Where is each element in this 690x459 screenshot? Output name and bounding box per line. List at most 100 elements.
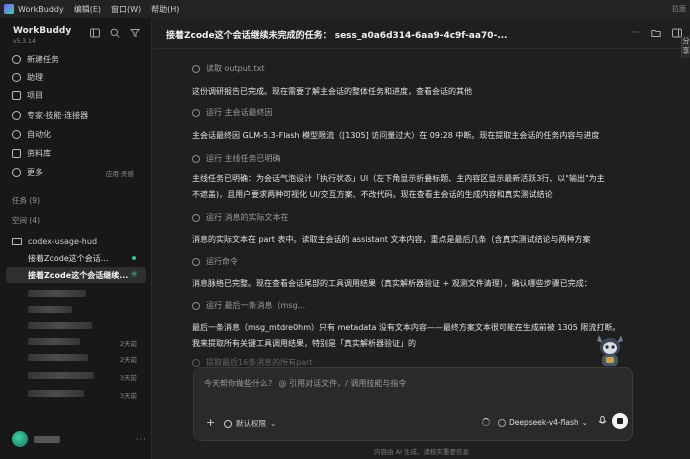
- folder-codex-usage-hud[interactable]: codex-usage-hud: [12, 234, 144, 249]
- composer: 今天帮你做些什么？ @ 引用对话文件，/ 调用技能与指令 + 默认权限 ⌄ De…: [193, 367, 633, 441]
- app-version: v5.3.14: [13, 38, 36, 45]
- filter-icon[interactable]: [130, 28, 140, 38]
- sidebar-toolbar: [90, 28, 140, 38]
- more-icon: [12, 168, 21, 177]
- spaces-section-header[interactable]: 空间 (4): [12, 215, 40, 226]
- nav-more[interactable]: 更多 应用·灵感: [12, 165, 144, 180]
- run-icon: [192, 154, 200, 163]
- model-selector[interactable]: Deepseek-v4-flash ⌄: [498, 418, 588, 427]
- expert-icon: [12, 111, 21, 120]
- page-title: 接着Zcode这个会话继续未完成的任务： sess_a0a6d314-6aa9-…: [166, 31, 508, 41]
- nav-project[interactable]: 项目: [12, 88, 144, 103]
- model-icon: [498, 418, 506, 427]
- app-name: WorkBuddy: [18, 4, 64, 14]
- step-label: 读取 output.txt: [206, 64, 265, 73]
- run-icon: [192, 301, 200, 310]
- task-item[interactable]: 接着Zcode这个会话...: [6, 250, 146, 266]
- sidebar: WorkBuddy v5.3.14 新建任务 助理 项目 专家·技能·连接器 自…: [0, 18, 152, 459]
- shield-check-icon: [224, 419, 232, 428]
- step-row[interactable]: 运行 消息的实际文本在: [192, 212, 289, 223]
- message-text: 我来提取所有关键工具调用结果，特别是「真实解析器验证」的: [192, 339, 416, 348]
- title-bar: WorkBuddy 编辑(E) 窗口(W) 帮助(H) 拉面: [0, 0, 690, 18]
- sidebar-brand: WorkBuddy: [13, 26, 72, 36]
- folder-icon: [12, 238, 22, 245]
- library-icon: [12, 149, 21, 158]
- nav-automation[interactable]: 自动化: [12, 127, 144, 142]
- task-item-active[interactable]: 接着Zcode这个会话继续... ✳: [6, 267, 146, 283]
- blurred-task[interactable]: [28, 290, 86, 297]
- blurred-task[interactable]: [28, 322, 92, 329]
- message-text: 主线任务已明确：为会话气泡设计「执行状态」UI（左下角显示折叠标题、主内容区显示…: [192, 174, 605, 183]
- folder-icon[interactable]: [651, 28, 661, 38]
- project-icon: [12, 91, 21, 100]
- message-text: 主会话最终因 GLM-5.3-Flash 模型限流（[1305] 访问量过大）在…: [192, 131, 600, 140]
- plus-icon: [12, 55, 21, 64]
- message-text: 不遮盖)，且用户要求两种可视化 UI/交互方案、不改代码。现在查看主会话的生成内…: [192, 190, 553, 199]
- nav-label: 新建任务: [27, 55, 59, 64]
- username-blurred: [34, 435, 60, 443]
- app-logo-icon: [4, 4, 14, 14]
- step-label: 运行命令: [206, 257, 238, 266]
- microphone-icon[interactable]: [598, 416, 607, 429]
- nav-new-task[interactable]: 新建任务: [12, 52, 144, 67]
- run-icon: [192, 108, 200, 117]
- step-label: 运行 最后一条消息（msg...: [206, 301, 306, 310]
- more-options-icon[interactable]: ···: [136, 435, 147, 444]
- titlebar-right-text: 拉面: [672, 5, 686, 13]
- permission-label: 默认权限: [236, 419, 266, 428]
- nav-assistant[interactable]: 助理: [12, 70, 144, 85]
- blurred-task[interactable]: [28, 354, 88, 361]
- side-panel-peek[interactable]: 分享: [681, 36, 690, 58]
- ai-disclaimer: 内容由 AI 生成，请核实重要信息: [374, 448, 469, 456]
- nav-label: 自动化: [27, 130, 51, 139]
- sidebar-toggle-icon[interactable]: [90, 28, 100, 38]
- nav-label: 资料库: [27, 149, 51, 158]
- menu-edit[interactable]: 编辑(E): [74, 4, 101, 15]
- permission-selector[interactable]: 默认权限 ⌄: [224, 418, 276, 429]
- run-icon: [192, 213, 200, 222]
- blurred-task[interactable]: [28, 338, 80, 345]
- step-row[interactable]: 运行 主线任务已明确: [192, 153, 281, 164]
- mascot-icon: [597, 335, 623, 366]
- step-row[interactable]: 读取 output.txt: [192, 63, 264, 74]
- nav-label: 专家·技能·连接器: [27, 111, 89, 120]
- blurred-task[interactable]: [28, 306, 72, 313]
- user-profile[interactable]: ···: [12, 431, 146, 447]
- nav-label: 项目: [27, 91, 43, 100]
- menu-window[interactable]: 窗口(W): [111, 4, 141, 15]
- step-row[interactable]: 运行 主会话最终因: [192, 107, 273, 118]
- nav-label: 更多: [27, 168, 43, 177]
- eye-icon: [192, 64, 200, 73]
- task-time: 3天前: [119, 374, 137, 382]
- chevron-down-icon: ⌄: [581, 418, 588, 427]
- step-label: 运行 主线任务已明确: [206, 154, 281, 163]
- nav-library[interactable]: 资料库: [12, 146, 144, 161]
- task-time: 2天前: [119, 356, 137, 364]
- search-icon[interactable]: [110, 28, 120, 38]
- chevron-down-icon: ⌄: [270, 419, 277, 428]
- blurred-task[interactable]: [28, 390, 84, 397]
- avatar: [12, 431, 28, 447]
- message-text: 最后一条消息（msg_mtdre0hm）只有 metadata 没有文本内容——…: [192, 323, 621, 332]
- tasks-section-header[interactable]: 任务 (9): [12, 195, 40, 206]
- task-label: 接着Zcode这个会话继续...: [28, 270, 129, 280]
- step-row[interactable]: 运行命令: [192, 256, 238, 267]
- message-input[interactable]: 今天帮你做些什么？ @ 引用对话文件，/ 调用技能与指令: [204, 378, 406, 389]
- nav-expert[interactable]: 专家·技能·连接器: [12, 108, 144, 123]
- message-text: 这份调研报告已完成。现在需要了解主会话的整体任务和进度，查看会话的其他: [192, 87, 472, 96]
- more-icon[interactable]: ···: [630, 28, 640, 38]
- nav-more-extra[interactable]: 应用·灵感: [106, 168, 134, 178]
- task-label: 接着Zcode这个会话...: [28, 253, 109, 263]
- conversation-header: 接着Zcode这个会话继续未完成的任务： sess_a0a6d314-6aa9-…: [153, 18, 690, 49]
- stop-button[interactable]: [612, 413, 628, 429]
- run-icon: [192, 257, 200, 266]
- step-row[interactable]: 运行 最后一条消息（msg...: [192, 300, 305, 311]
- message-text: 消息脉络已完整。现在查看会话尾部的工具调用结果（真实解析器验证 + 观测文件清理…: [192, 279, 592, 288]
- message-text: 消息的实际文本在 part 表中。读取主会话的 assistant 文本内容，重…: [192, 235, 591, 244]
- attach-plus-icon[interactable]: +: [206, 416, 215, 429]
- menu-help[interactable]: 帮助(H): [151, 4, 179, 15]
- blurred-task[interactable]: [28, 372, 94, 379]
- step-label: 运行 消息的实际文本在: [206, 213, 289, 222]
- run-icon: [192, 358, 200, 367]
- unread-dot-icon: [132, 256, 136, 260]
